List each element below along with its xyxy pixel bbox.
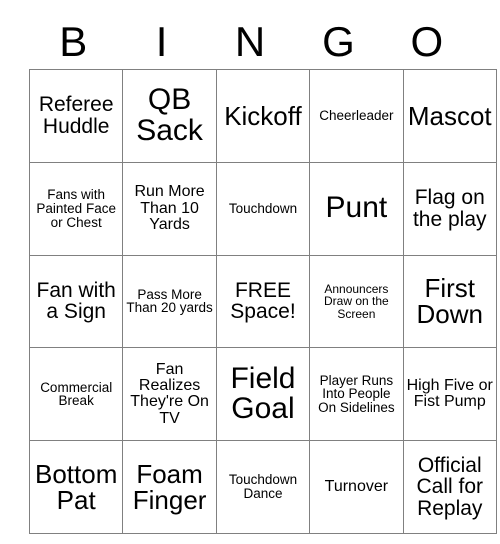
bingo-cell[interactable]: Bottom Pat [28, 440, 124, 534]
bingo-header-letter-o: O [410, 18, 444, 65]
bingo-cell[interactable]: Kickoff [215, 69, 311, 163]
bingo-cell[interactable]: Fan Realizes They're On TV [122, 347, 217, 442]
bingo-row: Fan with a Sign Pass More Than 20 yards … [28, 254, 497, 349]
bingo-row: Fans with Painted Face or Chest Run More… [28, 161, 497, 256]
bingo-cell[interactable]: First Down [402, 254, 497, 349]
bingo-header-row: B I N G O [29, 0, 471, 69]
bingo-cell[interactable]: Punt [309, 161, 404, 256]
bingo-cell[interactable]: Announcers Draw on the Screen [309, 254, 404, 349]
bingo-cell[interactable]: Referee Huddle [28, 69, 124, 163]
bingo-cell[interactable]: Mascot [402, 69, 497, 163]
bingo-cell[interactable]: Flag on the play [402, 161, 497, 256]
bingo-cell[interactable]: Field Goal [215, 347, 311, 442]
bingo-cell[interactable]: Commercial Break [28, 347, 124, 442]
bingo-cell[interactable]: Touchdown Dance [215, 440, 311, 534]
bingo-cell[interactable]: Pass More Than 20 yards [122, 254, 217, 349]
bingo-cell[interactable]: Player Runs Into People On Sidelines [309, 347, 404, 442]
bingo-row: Bottom Pat Foam Finger Touchdown Dance T… [28, 440, 497, 534]
bingo-row: Commercial Break Fan Realizes They're On… [28, 347, 497, 442]
bingo-cell[interactable]: Fan with a Sign [28, 254, 124, 349]
bingo-header-letter-b: B [59, 18, 88, 65]
bingo-grid: Referee Huddle QB Sack Kickoff Cheerlead… [28, 69, 497, 534]
bingo-cell[interactable]: QB Sack [122, 69, 217, 163]
bingo-header-letter-n: N [234, 18, 266, 65]
bingo-cell-free-space[interactable]: FREE Space! [215, 254, 311, 349]
bingo-cell[interactable]: Cheerleader [309, 69, 404, 163]
bingo-cell[interactable]: Touchdown [215, 161, 311, 256]
bingo-cell[interactable]: Run More Than 10 Yards [122, 161, 217, 256]
bingo-cell[interactable]: Fans with Painted Face or Chest [28, 161, 124, 256]
bingo-card: B I N G O Referee Huddle QB Sack Kickoff… [28, 0, 497, 534]
bingo-header-letter-g: G [322, 18, 355, 65]
bingo-cell[interactable]: High Five or Fist Pump [402, 347, 497, 442]
bingo-cell[interactable]: Foam Finger [122, 440, 217, 534]
bingo-cell[interactable]: Official Call for Replay [402, 440, 497, 534]
bingo-row: Referee Huddle QB Sack Kickoff Cheerlead… [28, 69, 497, 163]
bingo-cell[interactable]: Turnover [309, 440, 404, 534]
bingo-header-letter-i: I [155, 18, 168, 65]
